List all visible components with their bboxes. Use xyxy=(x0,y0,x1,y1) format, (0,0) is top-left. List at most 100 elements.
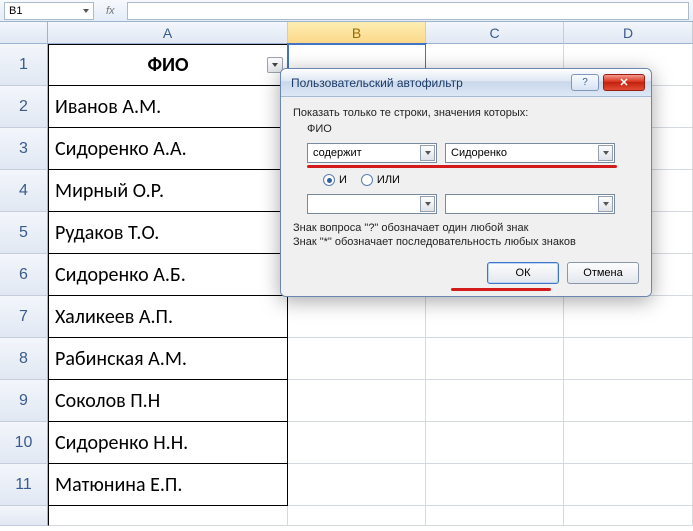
cell[interactable] xyxy=(48,506,288,526)
select-all-corner[interactable] xyxy=(0,22,48,44)
condition2-operator-combo[interactable] xyxy=(307,194,437,214)
cell-A9[interactable]: Соколов П.Н xyxy=(48,380,288,422)
fx-label[interactable]: fx xyxy=(100,5,121,17)
cell[interactable] xyxy=(564,506,693,526)
cell-value: Мирный О.Р. xyxy=(55,179,164,203)
column-header-C[interactable]: C xyxy=(426,22,564,44)
cell-value: Иванов А.М. xyxy=(55,95,161,119)
condition1-value-combo[interactable]: Сидоренко xyxy=(445,143,615,163)
cell-C7[interactable] xyxy=(426,296,564,338)
row-header[interactable]: 2 xyxy=(0,86,48,128)
column-header-B[interactable]: B xyxy=(288,22,426,44)
radio-or[interactable]: ИЛИ xyxy=(361,174,400,186)
row-header[interactable]: 11 xyxy=(0,464,48,506)
table-row: 9 Соколов П.Н xyxy=(0,380,693,422)
cell-D8[interactable] xyxy=(564,338,693,380)
cell-D9[interactable] xyxy=(564,380,693,422)
chevron-down-icon xyxy=(598,196,613,212)
formula-input[interactable] xyxy=(127,2,689,20)
cell-value: Соколов П.Н xyxy=(55,389,160,413)
table-row: 10 Сидоренко Н.Н. xyxy=(0,422,693,464)
table-row xyxy=(0,506,693,526)
cell-D10[interactable] xyxy=(564,422,693,464)
cell-D7[interactable] xyxy=(564,296,693,338)
row-header[interactable] xyxy=(0,506,48,526)
dialog-titlebar[interactable]: Пользовательский автофильтр ? ✕ xyxy=(281,69,651,97)
button-label: ОК xyxy=(516,267,531,279)
cell-A1[interactable]: ФИО xyxy=(48,44,288,86)
highlight-underline xyxy=(451,288,551,291)
table-row: 11 Матюнина Е.П. xyxy=(0,464,693,506)
row-header[interactable]: 1 xyxy=(0,44,48,86)
column-header-D[interactable]: D xyxy=(564,22,693,44)
dialog-body: Показать только те строки, значения кото… xyxy=(281,97,651,296)
cell-B9[interactable] xyxy=(288,380,426,422)
button-label: Отмена xyxy=(583,267,622,279)
cell-value: Сидоренко А.Б. xyxy=(55,263,186,287)
cell-C8[interactable] xyxy=(426,338,564,380)
cell[interactable] xyxy=(288,506,426,526)
column-header-A[interactable]: A xyxy=(48,22,288,44)
table-row: 8 Рабинская А.М. xyxy=(0,338,693,380)
cell-reference: B1 xyxy=(9,5,22,17)
dialog-title: Пользовательский автофильтр xyxy=(291,76,463,90)
help-icon: ? xyxy=(582,77,588,88)
condition2-value-combo[interactable] xyxy=(445,194,615,214)
cell-A2[interactable]: Иванов А.М. xyxy=(48,86,288,128)
highlight-underline xyxy=(307,165,617,168)
cell-value: Сидоренко А.А. xyxy=(55,137,187,161)
cell-value: Матюнина Е.П. xyxy=(55,473,182,497)
cell-A11[interactable]: Матюнина Е.П. xyxy=(48,464,288,506)
cell-A3[interactable]: Сидоренко А.А. xyxy=(48,128,288,170)
cell-A4[interactable]: Мирный О.Р. xyxy=(48,170,288,212)
chevron-down-icon xyxy=(598,145,613,161)
radio-label: ИЛИ xyxy=(377,174,400,186)
dialog-prompt: Показать только те строки, значения кото… xyxy=(293,107,639,119)
cell-C10[interactable] xyxy=(426,422,564,464)
cell[interactable] xyxy=(426,506,564,526)
cell-A5[interactable]: Рудаков Т.О. xyxy=(48,212,288,254)
help-button[interactable]: ? xyxy=(571,74,599,91)
cell-B8[interactable] xyxy=(288,338,426,380)
cell-B7[interactable] xyxy=(288,296,426,338)
cell-A6[interactable]: Сидоренко А.Б. xyxy=(48,254,288,296)
cell-value: Халикеев А.П. xyxy=(55,305,173,329)
row-header[interactable]: 10 xyxy=(0,422,48,464)
cell-A8[interactable]: Рабинская А.М. xyxy=(48,338,288,380)
dialog-buttons: ОК Отмена xyxy=(293,262,639,284)
cell-B11[interactable] xyxy=(288,464,426,506)
formula-bar: B1 fx xyxy=(0,0,693,22)
filter-condition-1: содержит Сидоренко xyxy=(307,143,639,163)
close-button[interactable]: ✕ xyxy=(603,74,645,91)
chevron-down-icon xyxy=(272,63,278,67)
column-headers: A B C D xyxy=(0,22,693,44)
chevron-down-icon xyxy=(420,145,435,161)
dialog-field-name: ФИО xyxy=(307,123,639,135)
combo-value: содержит xyxy=(313,147,362,159)
row-header[interactable]: 5 xyxy=(0,212,48,254)
row-header[interactable]: 3 xyxy=(0,128,48,170)
ok-button[interactable]: ОК xyxy=(487,262,559,284)
cell-B10[interactable] xyxy=(288,422,426,464)
cell-A10[interactable]: Сидоренко Н.Н. xyxy=(48,422,288,464)
condition1-operator-combo[interactable]: содержит xyxy=(307,143,437,163)
row-header[interactable]: 4 xyxy=(0,170,48,212)
cancel-button[interactable]: Отмена xyxy=(567,262,639,284)
cell-C9[interactable] xyxy=(426,380,564,422)
cell-value: Рудаков Т.О. xyxy=(55,221,159,245)
cell-D11[interactable] xyxy=(564,464,693,506)
custom-autofilter-dialog: Пользовательский автофильтр ? ✕ Показать… xyxy=(280,68,652,297)
radio-and[interactable]: И xyxy=(323,174,347,186)
row-header[interactable]: 7 xyxy=(0,296,48,338)
row-header[interactable]: 8 xyxy=(0,338,48,380)
row-header[interactable]: 6 xyxy=(0,254,48,296)
radio-icon xyxy=(323,174,335,186)
column-title: ФИО xyxy=(147,53,188,77)
chevron-down-icon xyxy=(83,9,89,13)
row-header[interactable]: 9 xyxy=(0,380,48,422)
cell-value: Сидоренко Н.Н. xyxy=(55,431,188,455)
cell-C11[interactable] xyxy=(426,464,564,506)
name-box[interactable]: B1 xyxy=(4,2,94,20)
cell-A7[interactable]: Халикеев А.П. xyxy=(48,296,288,338)
filter-condition-2 xyxy=(307,194,639,214)
